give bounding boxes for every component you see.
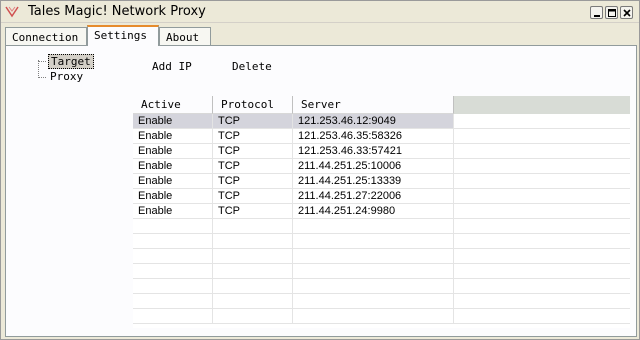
grid-header: Active Protocol Server xyxy=(133,96,630,114)
cell-empty xyxy=(454,294,630,309)
maximize-icon xyxy=(608,9,616,17)
tree-connector xyxy=(38,60,39,78)
cell-active[interactable] xyxy=(133,309,213,324)
tree-branch-line xyxy=(38,77,46,78)
cell-server[interactable]: 121.253.46.12:9049 xyxy=(293,114,454,129)
table-row[interactable]: Enable TCP 121.253.46.35:58326 xyxy=(133,129,630,144)
cell-server[interactable]: 121.253.46.33:57421 xyxy=(293,144,454,159)
table-row[interactable]: Enable TCP 121.253.46.33:57421 xyxy=(133,144,630,159)
cell-protocol[interactable] xyxy=(213,264,293,279)
cell-empty xyxy=(454,264,630,279)
table-row[interactable] xyxy=(133,264,630,279)
tab-strip: Connection Settings About xyxy=(5,25,637,46)
tree-item-label: Proxy xyxy=(50,70,84,83)
cell-active[interactable]: Enable xyxy=(133,204,213,219)
cell-server[interactable] xyxy=(293,294,454,309)
column-header-protocol[interactable]: Protocol xyxy=(213,96,293,114)
cell-empty xyxy=(454,159,630,174)
cell-protocol[interactable] xyxy=(213,279,293,294)
tab-settings[interactable]: Settings xyxy=(87,25,159,46)
cell-server[interactable]: 211.44.251.27:22006 xyxy=(293,189,454,204)
cell-empty xyxy=(454,219,630,234)
tree-item-label: Target xyxy=(48,54,94,69)
cell-empty xyxy=(454,204,630,219)
title-bar[interactable]: Tales Magic! Network Proxy xyxy=(1,1,639,23)
app-logo-icon xyxy=(4,4,20,20)
cell-active[interactable] xyxy=(133,264,213,279)
header-filler xyxy=(454,96,630,114)
cell-empty xyxy=(454,144,630,159)
cell-active[interactable] xyxy=(133,234,213,249)
close-icon xyxy=(623,9,631,17)
delete-button[interactable]: Delete xyxy=(232,60,272,73)
cell-empty xyxy=(454,174,630,189)
cell-active[interactable]: Enable xyxy=(133,129,213,144)
cell-protocol[interactable]: TCP xyxy=(213,129,293,144)
cell-server[interactable] xyxy=(293,234,454,249)
cell-server[interactable] xyxy=(293,219,454,234)
cell-protocol[interactable] xyxy=(213,249,293,264)
cell-empty xyxy=(454,234,630,249)
table-row[interactable]: Enable TCP 121.253.46.12:9049 xyxy=(133,114,630,129)
cell-protocol[interactable] xyxy=(213,294,293,309)
minimize-icon xyxy=(594,15,600,17)
cell-active[interactable]: Enable xyxy=(133,174,213,189)
settings-panel: Target Proxy Add IP Delete Active Protoc… xyxy=(5,45,637,337)
cell-protocol[interactable]: TCP xyxy=(213,159,293,174)
table-row[interactable]: Enable TCP 211.44.251.24:9980 xyxy=(133,204,630,219)
cell-empty xyxy=(454,279,630,294)
cell-server[interactable]: 211.44.251.25:13339 xyxy=(293,174,454,189)
table-row[interactable] xyxy=(133,249,630,264)
cell-protocol[interactable]: TCP xyxy=(213,114,293,129)
cell-protocol[interactable]: TCP xyxy=(213,144,293,159)
cell-active[interactable] xyxy=(133,219,213,234)
cell-server[interactable]: 211.44.251.25:10006 xyxy=(293,159,454,174)
tree-branch-line xyxy=(38,61,46,62)
table-row[interactable] xyxy=(133,294,630,309)
cell-protocol[interactable]: TCP xyxy=(213,189,293,204)
cell-server[interactable] xyxy=(293,264,454,279)
cell-active[interactable]: Enable xyxy=(133,144,213,159)
table-row[interactable]: Enable TCP 211.44.251.27:22006 xyxy=(133,189,630,204)
cell-empty xyxy=(454,129,630,144)
minimize-button[interactable] xyxy=(590,6,603,19)
cell-active[interactable]: Enable xyxy=(133,189,213,204)
cell-server[interactable]: 211.44.251.24:9980 xyxy=(293,204,454,219)
table-row[interactable] xyxy=(133,279,630,294)
cell-protocol[interactable]: TCP xyxy=(213,174,293,189)
cell-empty xyxy=(454,189,630,204)
close-button[interactable] xyxy=(620,6,633,19)
table-row[interactable] xyxy=(133,309,630,324)
cell-server[interactable] xyxy=(293,309,454,324)
tab-connection[interactable]: Connection xyxy=(5,27,87,46)
cell-protocol[interactable] xyxy=(213,234,293,249)
column-header-server[interactable]: Server xyxy=(293,96,454,114)
maximize-button[interactable] xyxy=(605,6,618,19)
cell-active[interactable] xyxy=(133,294,213,309)
cell-server[interactable]: 121.253.46.35:58326 xyxy=(293,129,454,144)
table-row[interactable]: Enable TCP 211.44.251.25:13339 xyxy=(133,174,630,189)
cell-active[interactable]: Enable xyxy=(133,159,213,174)
cell-protocol[interactable]: TCP xyxy=(213,204,293,219)
column-header-active[interactable]: Active xyxy=(133,96,213,114)
cell-active[interactable] xyxy=(133,249,213,264)
add-ip-button[interactable]: Add IP xyxy=(152,60,192,73)
table-row[interactable] xyxy=(133,234,630,249)
server-grid[interactable]: Active Protocol Server Enable TCP 121.253.… xyxy=(133,96,630,328)
table-row[interactable] xyxy=(133,219,630,234)
cell-empty xyxy=(454,114,630,129)
table-row[interactable]: Enable TCP 211.44.251.25:10006 xyxy=(133,159,630,174)
app-window: Tales Magic! Network Proxy Connection Se… xyxy=(0,0,640,340)
tab-about[interactable]: About xyxy=(159,27,211,46)
window-title: Tales Magic! Network Proxy xyxy=(28,4,206,19)
cell-server[interactable] xyxy=(293,279,454,294)
cell-active[interactable] xyxy=(133,279,213,294)
cell-server[interactable] xyxy=(293,249,454,264)
cell-empty xyxy=(454,249,630,264)
cell-protocol[interactable] xyxy=(213,219,293,234)
cell-active[interactable]: Enable xyxy=(133,114,213,129)
cell-empty xyxy=(454,309,630,324)
cell-protocol[interactable] xyxy=(213,309,293,324)
